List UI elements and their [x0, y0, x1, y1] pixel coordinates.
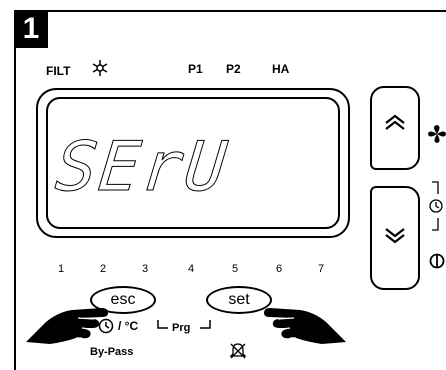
clock-icon: [98, 318, 114, 339]
set-button-label: set: [228, 291, 250, 308]
chevron-up-icon: [372, 112, 418, 138]
clock-icon: [428, 180, 446, 237]
digit-position-6: 6: [276, 263, 283, 275]
snowflake-icon: [90, 58, 110, 83]
digit-position-1: 1: [58, 263, 65, 275]
digit-position-5: 5: [232, 263, 239, 275]
step-badge: 1: [14, 10, 48, 48]
down-button[interactable]: [370, 186, 420, 290]
prg-label: Prg: [172, 322, 191, 334]
digit-position-3: 3: [142, 263, 149, 275]
digit-position-7: 7: [318, 263, 325, 275]
alarm-muted-icon: [228, 342, 248, 365]
p2-indicator: P2: [226, 62, 241, 76]
digit-position-2: 2: [100, 263, 107, 275]
clock-unit-label: / °C: [118, 319, 139, 333]
hand-icon: [262, 292, 348, 351]
p1-indicator: P1: [188, 62, 203, 76]
display-text: SErU: [51, 128, 232, 208]
ha-indicator: HA: [272, 62, 290, 76]
bypass-label: By-Pass: [90, 346, 134, 358]
power-icon: [428, 252, 446, 275]
esc-button-label: esc: [110, 291, 136, 308]
up-button[interactable]: [370, 86, 420, 170]
filt-indicator: FILT: [46, 64, 71, 78]
digit-position-4: 4: [188, 263, 195, 275]
chevron-down-icon: [372, 226, 418, 252]
fan-icon: [427, 124, 446, 149]
